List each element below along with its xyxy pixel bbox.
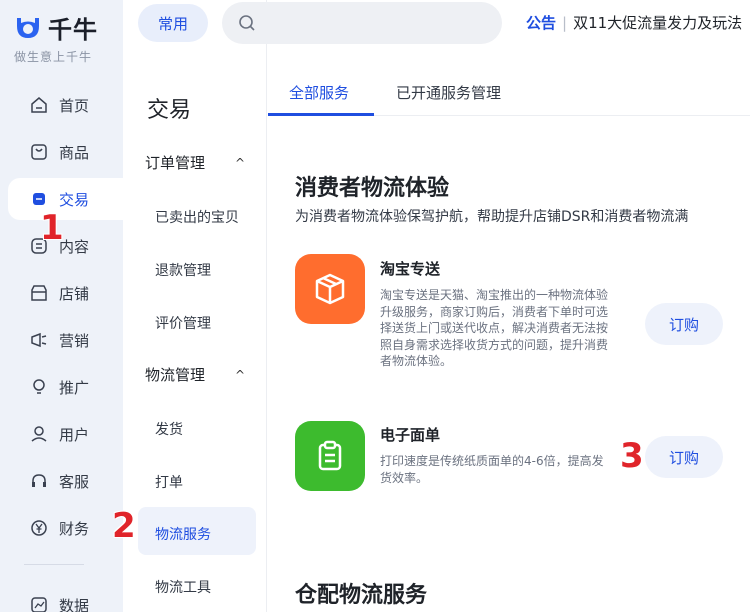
subnav-group-label: 订单管理 (145, 154, 206, 172)
active-tab-indicator (268, 113, 374, 116)
sidebar-item-label: 数据 (59, 596, 90, 612)
sidebar-item-goods[interactable]: 商品 (8, 131, 123, 173)
section-description: 为消费者物流体验保驾护航，帮助提升店铺DSR和消费者物流满 (295, 209, 689, 225)
goods-icon (30, 143, 48, 161)
subnav-item-reviews[interactable]: 评价管理 (155, 313, 211, 333)
headset-icon (30, 472, 48, 490)
sidebar-item-label: 营销 (59, 331, 90, 350)
service-name-e-waybill: 电子面单 (380, 426, 441, 444)
annotation-number-2: 2 (112, 506, 136, 546)
trade-icon (30, 190, 48, 208)
sidebar-item-data[interactable]: 数据 (8, 584, 123, 612)
sidebar-item-trade[interactable]: 交易 (8, 178, 123, 220)
chevron-up-icon: ^ (234, 367, 245, 382)
sidebar-item-promotion[interactable]: 推广 (8, 366, 123, 408)
logo[interactable]: 千牛 (14, 10, 98, 45)
subnav-item-print[interactable]: 打单 (155, 472, 183, 492)
sidebar-item-label: 财务 (59, 519, 90, 538)
sidebar-item-label: 交易 (59, 190, 90, 209)
annotation-number-1: 1 (40, 208, 64, 248)
clipboard-icon (295, 421, 365, 491)
chevron-up-icon: ^ (234, 155, 245, 170)
megaphone-icon (30, 331, 48, 349)
sidebar-item-home[interactable]: 首页 (8, 84, 123, 126)
order-button-taobao-delivery[interactable]: 订购 (645, 303, 723, 345)
search-icon (239, 15, 255, 31)
sidebar-item-store[interactable]: 店铺 (8, 272, 123, 314)
sidebar-item-marketing[interactable]: 营销 (8, 319, 123, 361)
search-input[interactable] (264, 15, 484, 31)
subnav-item-logistics-service[interactable]: 物流服务 (155, 524, 211, 544)
home-icon (30, 96, 48, 114)
search-box[interactable] (222, 2, 502, 44)
subnav-item-ship[interactable]: 发货 (155, 419, 183, 439)
store-icon (30, 284, 48, 302)
subnav-item-sold[interactable]: 已卖出的宝贝 (155, 207, 239, 227)
brand-slogan: 做生意上千牛 (14, 50, 93, 64)
subnav-group-orders[interactable]: 订单管理 ^ (145, 152, 255, 173)
sidebar-item-content[interactable]: 内容 (8, 225, 123, 267)
sidebar-item-label: 首页 (59, 96, 90, 115)
subnav-item-refunds[interactable]: 退款管理 (155, 260, 211, 280)
section-title-warehouse-logistics: 仓配物流服务 (295, 583, 428, 608)
tab-all-services[interactable]: 全部服务 (289, 82, 349, 103)
package-icon (295, 254, 365, 324)
main-sidebar: 千牛 做生意上千牛 首页 商品 交易 内容 店铺 营销 推广 用户 客服 财务 (0, 0, 123, 612)
yen-icon (30, 519, 48, 537)
service-name-taobao-delivery: 淘宝专送 (380, 260, 441, 278)
subnav-group-logistics[interactable]: 物流管理 ^ (145, 364, 255, 385)
sidebar-divider (24, 564, 84, 565)
sidebar-item-label: 店铺 (59, 284, 90, 303)
sidebar-item-finance[interactable]: 财务 (8, 507, 123, 549)
user-icon (30, 425, 48, 443)
announcement-tag: 公告 (526, 14, 557, 32)
chart-icon (30, 596, 48, 612)
announcement-bar[interactable]: 公告 | 双11大促流量发力及玩法 (526, 12, 742, 33)
order-button-e-waybill[interactable]: 订购 (645, 436, 723, 478)
announcement-separator: | (562, 14, 568, 32)
tab-opened-services[interactable]: 已开通服务管理 (396, 82, 501, 103)
subnav-title: 交易 (147, 98, 192, 123)
common-button[interactable]: 常用 (138, 4, 208, 42)
qianniu-logo-icon (17, 17, 39, 38)
sidebar-item-label: 用户 (59, 425, 90, 444)
sidebar-item-customer-service[interactable]: 客服 (8, 460, 123, 502)
subnav-item-logistics-tools[interactable]: 物流工具 (155, 577, 211, 597)
brand-name: 千牛 (48, 16, 98, 44)
sidebar-item-label: 客服 (59, 472, 90, 491)
sidebar-item-label: 商品 (59, 143, 90, 162)
bulb-icon (30, 378, 48, 396)
service-desc-e-waybill: 打印速度是传统纸质面单的4-6倍，提高发货效率。 (380, 454, 604, 485)
announcement-text: 双11大促流量发力及玩法 (573, 14, 743, 32)
sidebar-item-label: 推广 (59, 378, 90, 397)
sidebar-item-users[interactable]: 用户 (8, 413, 123, 455)
service-desc-taobao-delivery: 淘宝专送是天猫、淘宝推出的一种物流体验升级服务，商家订购后，消费者下单时可选择送… (380, 288, 609, 368)
section-title-consumer-logistics: 消费者物流体验 (295, 176, 450, 201)
subnav-group-label: 物流管理 (145, 366, 206, 384)
annotation-number-3: 3 (620, 436, 644, 476)
